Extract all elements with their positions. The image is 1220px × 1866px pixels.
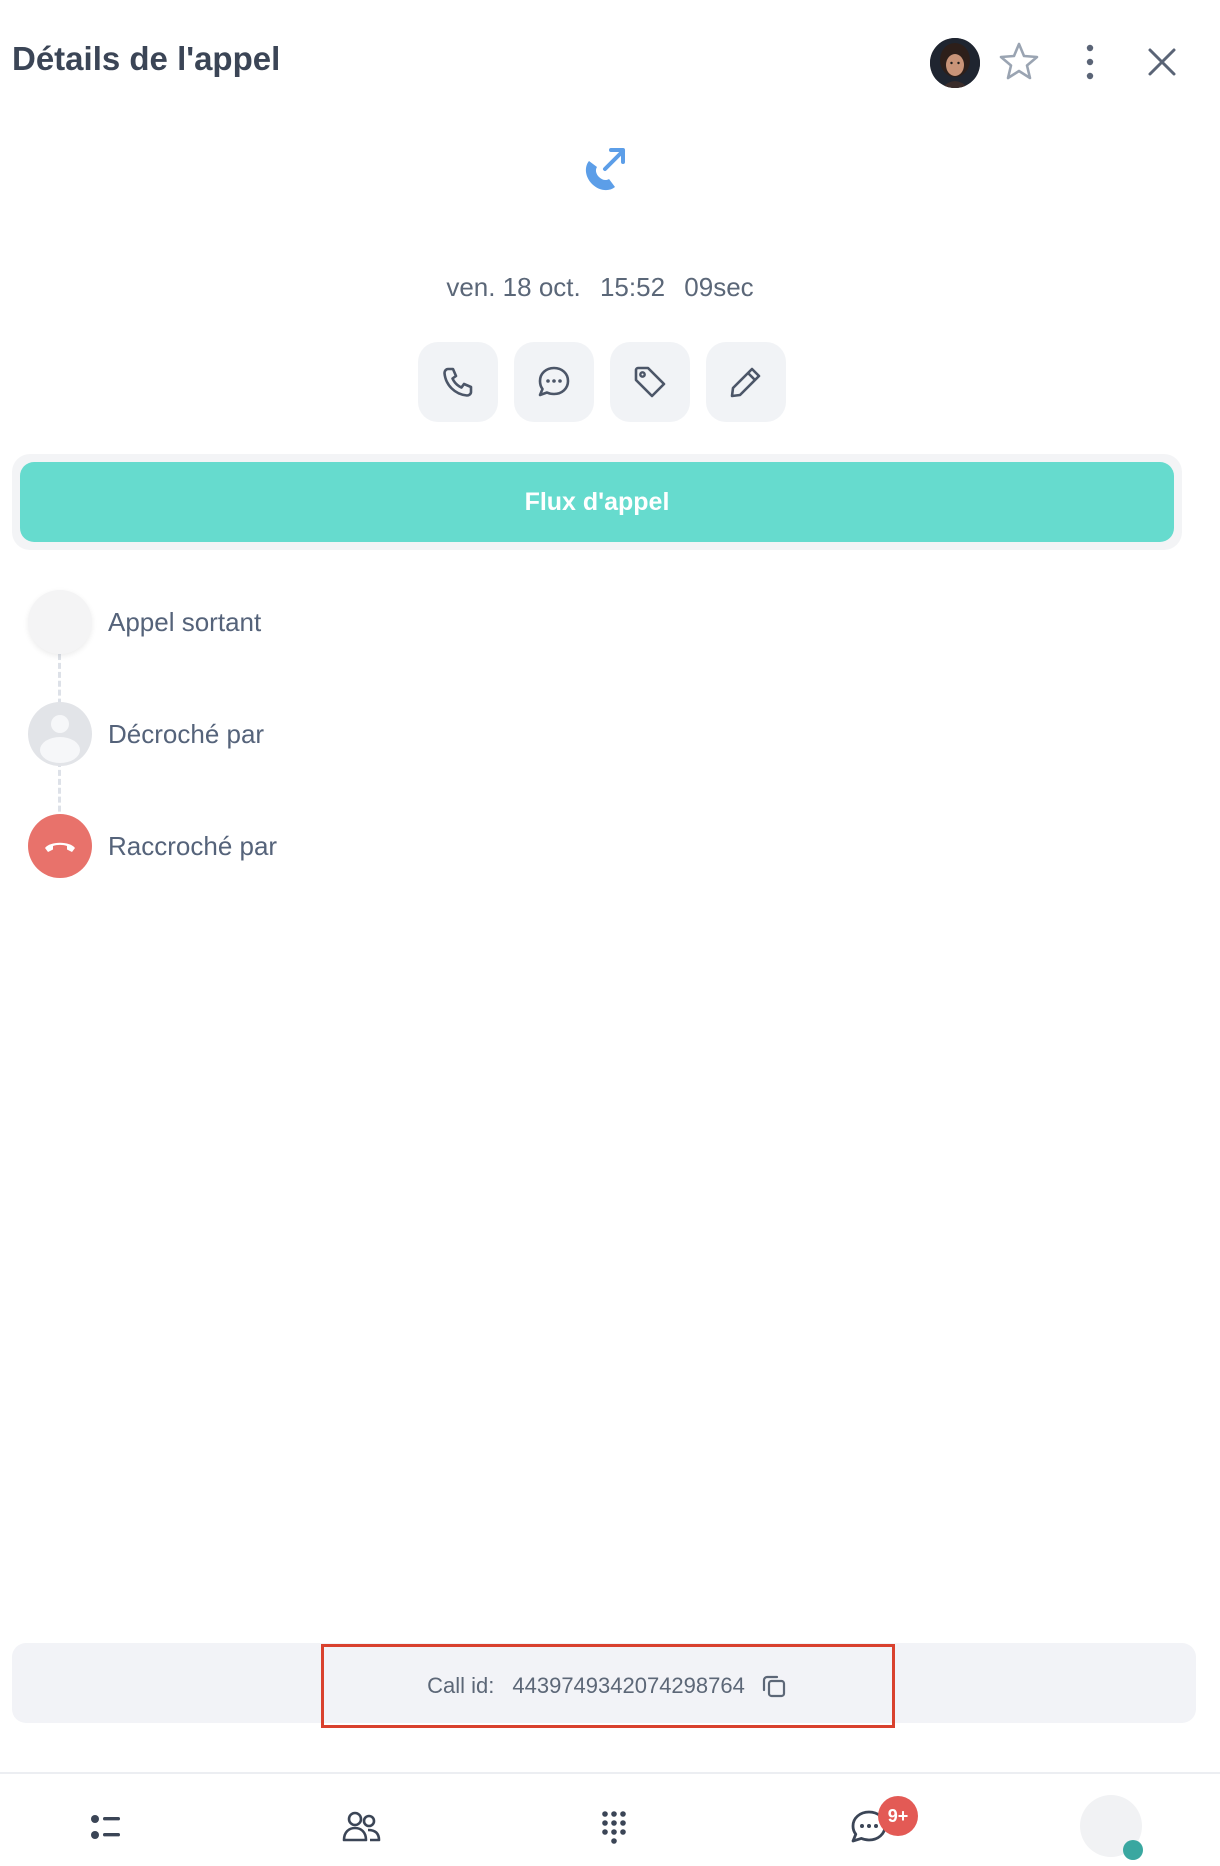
contact-avatar[interactable]: [930, 38, 980, 88]
call-duration: 09sec: [684, 272, 754, 302]
call-date: ven. 18 oct.: [446, 272, 581, 302]
message-icon: [538, 366, 570, 397]
tag-button[interactable]: [610, 342, 690, 422]
online-status-dot: [1123, 1840, 1143, 1860]
hangup-icon: [28, 814, 92, 878]
action-buttons: [418, 342, 786, 422]
timeline-item: Appel sortant: [28, 590, 628, 702]
timeline-item: Raccroché par: [28, 814, 628, 926]
outgoing-dot-icon: [28, 590, 92, 654]
call-meta: ven. 18 oct. 15:52 09sec: [0, 272, 1200, 303]
close-icon[interactable]: [1140, 40, 1184, 84]
phone-icon: [443, 367, 473, 397]
list-icon[interactable]: [84, 1804, 130, 1850]
call-back-button[interactable]: [418, 342, 498, 422]
outgoing-call-icon: [575, 145, 631, 201]
flux-tab-container: Flux d'appel: [12, 454, 1182, 550]
bottom-navigation: [0, 1772, 1220, 1866]
dialpad-icon[interactable]: [591, 1804, 637, 1850]
user-placeholder-icon: [28, 702, 92, 766]
copy-icon[interactable]: [759, 1671, 789, 1701]
call-id-highlight: Call id: 4439749342074298764: [321, 1644, 895, 1728]
call-details-panel: Détails de l'appel ven. 18 oct. 15:52 09…: [0, 0, 1220, 1866]
favorite-star-icon[interactable]: [995, 38, 1043, 86]
timeline-label: Décroché par: [108, 719, 265, 749]
call-id-value: 4439749342074298764: [512, 1673, 745, 1698]
call-id-label: Call id:: [427, 1673, 495, 1698]
tag-icon: [634, 366, 666, 398]
chat-badge: 9+: [878, 1796, 918, 1836]
timeline-label: Appel sortant: [108, 607, 262, 637]
page-title: Détails de l'appel: [12, 40, 281, 77]
edit-button[interactable]: [706, 342, 786, 422]
call-flow-timeline: Appel sortant Décroché par Raccroché par: [28, 590, 628, 926]
avatar-portrait-icon: [930, 38, 980, 88]
more-options-icon[interactable]: [1070, 38, 1110, 86]
timeline-label: Raccroché par: [108, 831, 278, 861]
message-button[interactable]: [514, 342, 594, 422]
flux-button[interactable]: Flux d'appel: [20, 462, 1174, 542]
pencil-icon: [730, 367, 761, 398]
call-time: 15:52: [599, 272, 666, 302]
contacts-icon[interactable]: [339, 1804, 385, 1850]
timeline-item: Décroché par: [28, 702, 628, 814]
